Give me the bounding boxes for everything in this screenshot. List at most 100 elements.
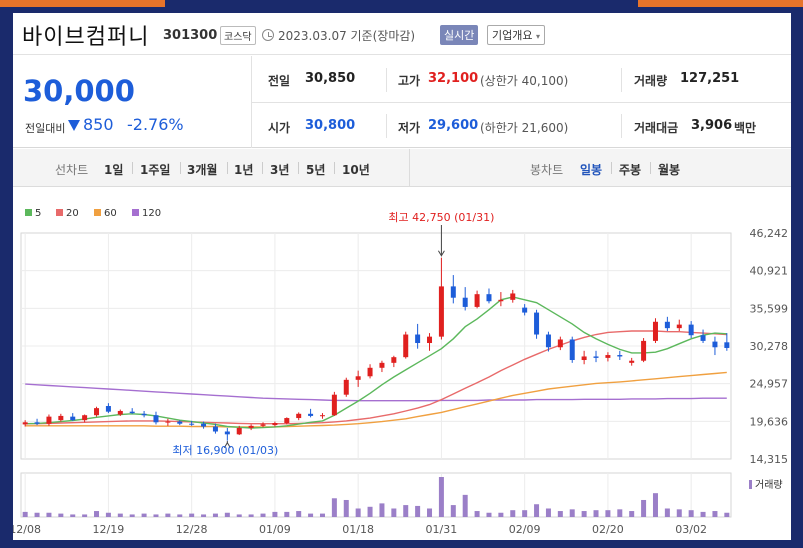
market-badge: 코스닥 <box>220 26 256 45</box>
volume-bar <box>82 514 88 517</box>
current-price: 30,000 <box>23 74 135 108</box>
upper-limit: (상한가 40,100) <box>480 74 569 88</box>
volume-bar <box>498 512 504 517</box>
volume-bar <box>141 513 147 517</box>
volume-bar <box>236 514 242 517</box>
volume-legend-label: 거래량 <box>755 479 783 491</box>
open-value: 30,800 <box>305 118 356 133</box>
candle-body <box>534 312 540 335</box>
candle-body <box>450 286 456 298</box>
volume-bar <box>296 511 302 517</box>
volume-bar <box>617 509 623 517</box>
legend-label-60: 60 <box>104 208 117 219</box>
candle-body <box>165 421 171 423</box>
volume-frame <box>20 472 732 518</box>
volume-value: 127,251 <box>680 71 740 86</box>
company-overview-dropdown[interactable]: 기업개요 ▾ <box>487 25 545 45</box>
candlestick-chart: 5 20 60 120 최고 42,750 (01/31) 최저 16,900 (01/… <box>13 208 789 536</box>
period-3m[interactable]: 3개월 <box>187 161 217 178</box>
candle-body <box>415 334 421 344</box>
volume-bar <box>593 510 599 517</box>
high-label: 고가 <box>398 74 421 88</box>
volume-legend-swatch <box>749 480 752 489</box>
legend-label-120: 120 <box>142 208 161 219</box>
volume-bar <box>177 514 183 517</box>
volume-bar <box>629 511 635 517</box>
y-tick-label: 40,921 <box>750 265 789 278</box>
x-tick-label: 02/09 <box>509 523 541 536</box>
candle-body <box>129 411 135 414</box>
amount-value: 3,906 <box>691 118 733 133</box>
candle-body <box>617 355 623 357</box>
legend-label-20: 20 <box>66 208 79 219</box>
candle-body <box>486 294 492 302</box>
candle-body <box>462 297 468 307</box>
candle-body <box>688 324 694 336</box>
period-weekly[interactable]: 주봉 <box>619 161 641 178</box>
divider <box>621 114 622 138</box>
separator <box>227 162 228 174</box>
volume-bar <box>34 512 40 517</box>
candle-body <box>308 413 314 416</box>
candle-body <box>260 424 266 426</box>
date-text: 2023.03.07 기준(장마감) <box>278 29 416 43</box>
candle-body <box>212 426 218 432</box>
candle-body <box>189 423 195 425</box>
period-daily[interactable]: 일봉 <box>580 161 602 178</box>
legend-swatch-20 <box>56 209 63 216</box>
volume-bar <box>224 512 230 517</box>
down-triangle-icon <box>68 120 80 131</box>
prev-close-value: 30,850 <box>305 71 356 86</box>
volume-bar <box>403 505 409 517</box>
volume-bar <box>641 499 647 517</box>
period-1w[interactable]: 1주일 <box>140 161 170 178</box>
candle-body <box>629 360 635 363</box>
y-tick-label: 19,636 <box>750 415 789 428</box>
candle-body <box>712 341 718 348</box>
candle-body <box>224 431 230 435</box>
y-tick-label: 30,278 <box>750 340 789 353</box>
ma120-line <box>25 383 727 402</box>
period-1d[interactable]: 1일 <box>104 161 123 178</box>
separator <box>180 162 181 174</box>
company-overview-label: 기업개요 <box>492 29 533 42</box>
volume-bar <box>724 512 730 517</box>
realtime-button[interactable]: 실시간 <box>440 25 479 45</box>
x-tick-label: 01/09 <box>259 523 291 536</box>
volume-bar <box>427 508 433 517</box>
candle-body <box>438 286 444 337</box>
legend-swatch-120 <box>132 209 139 216</box>
candle-body <box>355 376 361 380</box>
volume-bar <box>438 477 444 517</box>
price-chart[interactable]: 5 20 60 120 최고 42,750 (01/31) 최저 16,900 (01/… <box>13 203 791 540</box>
low-label: 저가 <box>398 121 421 135</box>
caret-down-icon: ▾ <box>535 32 540 41</box>
period-10y[interactable]: 10년 <box>342 161 370 178</box>
candle-body <box>676 324 682 329</box>
volume-bar <box>272 511 278 517</box>
change-percent: -2.76% <box>127 115 184 134</box>
divider <box>409 149 410 187</box>
separator <box>298 162 299 174</box>
stock-header: 바이브컴퍼니 301300 코스닥 2023.03.07 기준(장마감) 실시간… <box>13 13 791 55</box>
candle-body <box>581 356 587 361</box>
candle-body <box>46 416 52 424</box>
quote-box: 30,000 전일대비 850 -2.76% 전일 30,850 고가 32,1… <box>13 56 791 148</box>
volume-bar <box>557 511 563 517</box>
candle-body <box>427 336 433 344</box>
x-tick-label: 12/28 <box>176 523 208 536</box>
period-1y[interactable]: 1년 <box>234 161 253 178</box>
volume-bar <box>284 511 290 517</box>
volume-bar <box>652 493 658 517</box>
period-3y[interactable]: 3년 <box>270 161 289 178</box>
volume-bar <box>474 511 480 517</box>
candle-body <box>319 415 325 417</box>
period-monthly[interactable]: 월봉 <box>658 161 680 178</box>
stock-code: 301300 <box>163 28 218 43</box>
change-value: 850 <box>83 115 114 134</box>
period-5y[interactable]: 5년 <box>306 161 325 178</box>
candle-body <box>391 357 397 363</box>
candle-body <box>236 427 242 435</box>
x-tick-label: 12/08 <box>13 523 41 536</box>
candle-body <box>94 408 100 416</box>
